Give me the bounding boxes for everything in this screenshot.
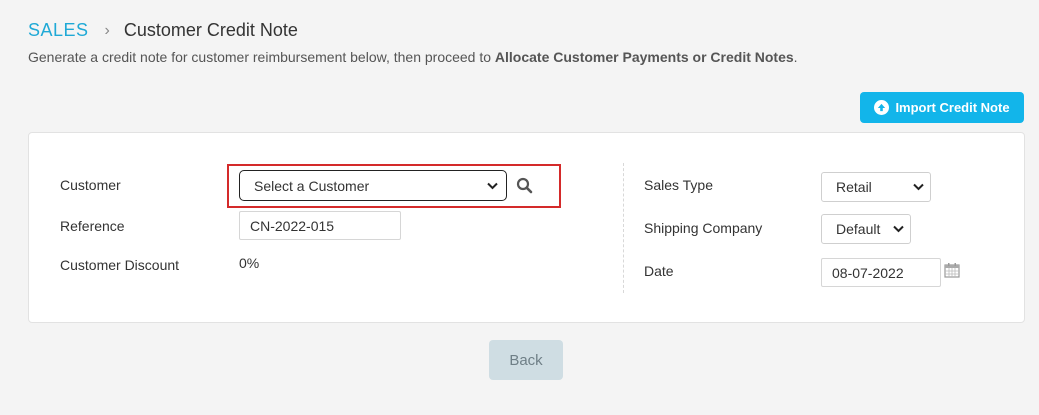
import-credit-note-label: Import Credit Note xyxy=(895,100,1010,115)
reference-input[interactable]: CN-2022-015 xyxy=(239,211,401,240)
customer-select-value: Select a Customer xyxy=(254,177,370,194)
sales-type-select[interactable]: Retail xyxy=(821,172,931,202)
chevron-down-icon xyxy=(893,225,904,233)
subtitle-end: . xyxy=(793,49,798,65)
breadcrumb-sales-link[interactable]: SALES xyxy=(28,20,89,41)
search-icon[interactable] xyxy=(516,177,533,194)
customer-select[interactable]: Select a Customer xyxy=(239,170,507,201)
page-subtitle: Generate a credit note for customer reim… xyxy=(28,49,798,65)
import-credit-note-button[interactable]: Import Credit Note xyxy=(860,92,1024,123)
customer-label: Customer xyxy=(60,177,121,193)
page-header: SALES › Customer Credit Note Generate a … xyxy=(28,20,798,65)
date-label: Date xyxy=(644,263,674,279)
subtitle-bold-link: Allocate Customer Payments or Credit Not… xyxy=(494,49,794,65)
reference-label: Reference xyxy=(60,218,125,234)
page-title: Customer Credit Note xyxy=(123,20,298,40)
credit-note-form: Customer Select a Customer Reference CN-… xyxy=(28,132,1025,323)
shipping-company-label: Shipping Company xyxy=(644,220,763,236)
chevron-down-icon xyxy=(913,183,924,191)
customer-discount-label: Customer Discount xyxy=(60,257,180,273)
breadcrumb: SALES › Customer Credit Note xyxy=(28,20,798,41)
customer-discount-value: 0% xyxy=(239,255,260,271)
shipping-company-select[interactable]: Default xyxy=(821,214,911,244)
sales-type-label: Sales Type xyxy=(644,177,714,193)
arrow-up-circle-icon xyxy=(874,100,890,115)
calendar-icon[interactable] xyxy=(944,262,960,278)
sales-type-value: Retail xyxy=(836,179,872,195)
chevron-right-icon: › xyxy=(104,21,110,39)
shipping-company-value: Default xyxy=(836,221,881,237)
back-button[interactable]: Back xyxy=(489,340,563,380)
column-divider xyxy=(623,163,624,293)
subtitle-text: Generate a credit note for customer reim… xyxy=(28,49,495,65)
chevron-down-icon xyxy=(487,182,498,189)
date-input[interactable]: 08-07-2022 xyxy=(821,258,941,287)
